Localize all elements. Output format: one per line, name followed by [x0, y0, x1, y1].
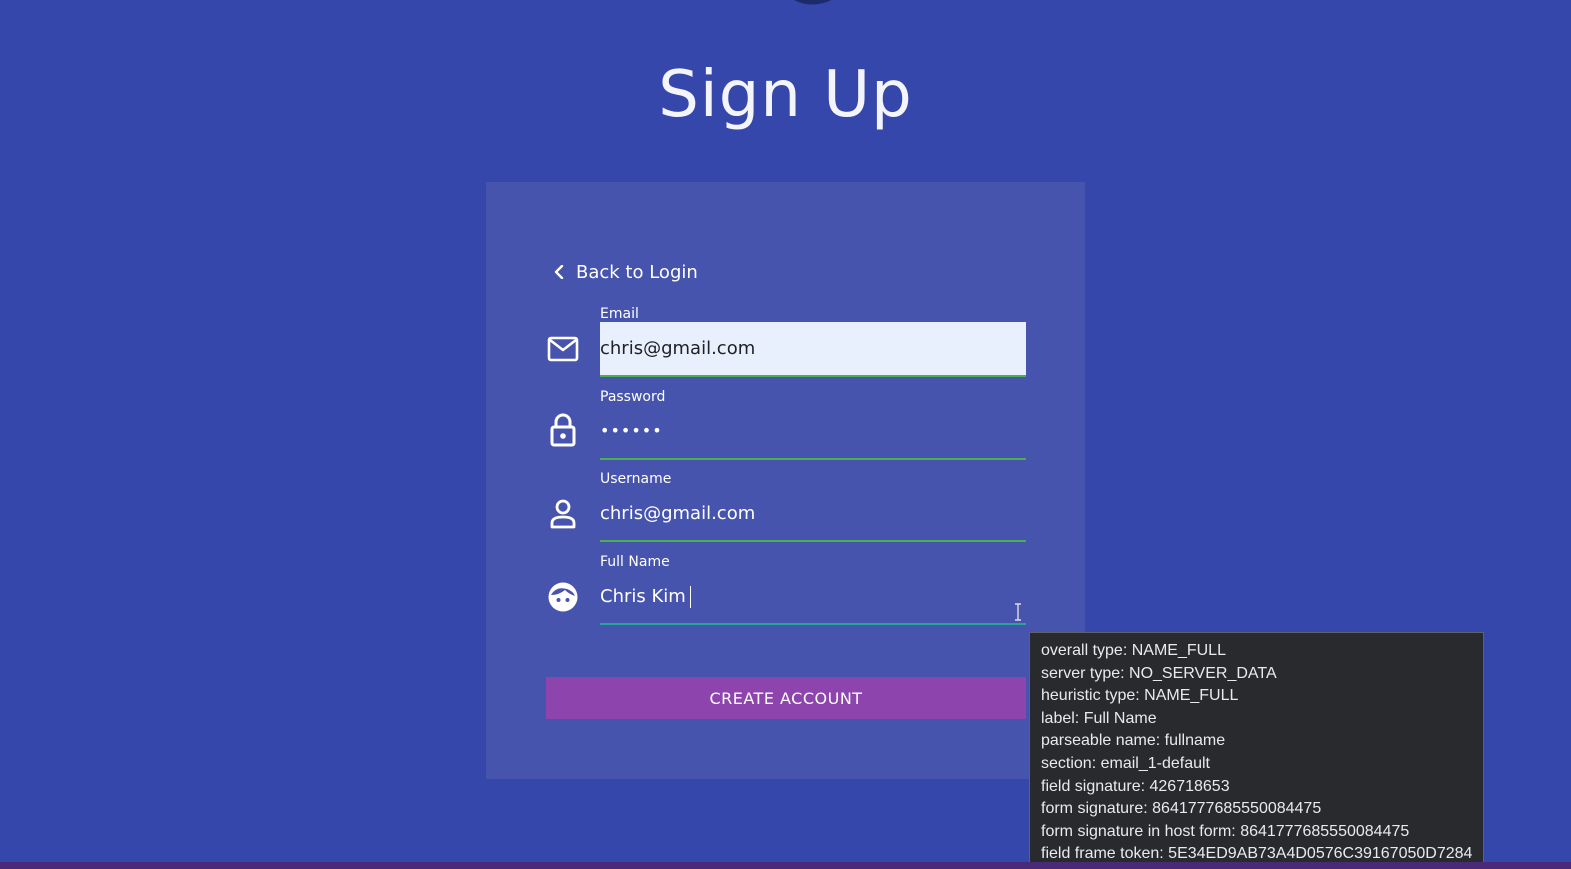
username-value: chris@gmail.com: [600, 503, 756, 524]
lock-icon: [546, 413, 580, 447]
tooltip-line: form signature in host form: 86417776855…: [1041, 822, 1410, 840]
back-to-login-link[interactable]: Back to Login: [552, 260, 698, 284]
tooltip-line: parseable name: fullname: [1041, 732, 1226, 750]
signup-page: Sign Up Back to Login Email chris@gmail.…: [0, 0, 1571, 869]
envelope-icon: [546, 332, 580, 366]
password-label: Password: [600, 389, 666, 405]
username-field-group: Username chris@gmail.com: [546, 471, 1026, 551]
fullname-value-wrap: Chris Kim: [600, 586, 691, 608]
tooltip-line: field signature: 426718653: [1041, 777, 1230, 795]
fullname-input[interactable]: Chris Kim: [600, 570, 1026, 625]
tooltip-line: section: email_1-default: [1041, 754, 1210, 772]
email-value: chris@gmail.com: [600, 338, 756, 359]
email-input[interactable]: chris@gmail.com: [600, 322, 1026, 377]
fullname-label: Full Name: [600, 554, 670, 570]
tooltip-line: overall type: NAME_FULL: [1041, 642, 1226, 659]
footer-bar: [0, 862, 1571, 869]
username-label: Username: [600, 471, 672, 487]
password-value: ••••••: [600, 421, 663, 440]
page-title: Sign Up: [658, 58, 913, 132]
logo-icon: [793, 0, 832, 5]
tooltip-line: form signature: 8641777685550084475: [1041, 800, 1322, 818]
password-input[interactable]: ••••••: [600, 405, 1026, 460]
username-input[interactable]: chris@gmail.com: [600, 487, 1026, 542]
chevron-left-icon: [554, 265, 564, 279]
text-cursor-icon: [1015, 603, 1021, 621]
create-account-button[interactable]: CREATE ACCOUNT: [546, 677, 1026, 719]
text-caret: [689, 586, 691, 608]
tooltip-line: label: Full Name: [1041, 709, 1157, 727]
email-label: Email: [600, 306, 639, 322]
autofill-debug-tooltip: overall type: NAME_FULL server type: NO_…: [1029, 632, 1484, 869]
person-icon: [546, 497, 580, 531]
fullname-value: Chris Kim: [600, 586, 686, 607]
back-link-label: Back to Login: [576, 261, 698, 283]
password-field-group: Password ••••••: [546, 389, 1026, 469]
email-field-group: Email chris@gmail.com: [546, 306, 1026, 386]
tooltip-line: server type: NO_SERVER_DATA: [1041, 664, 1277, 682]
face-icon: [546, 580, 580, 614]
tooltip-line: heuristic type: NAME_FULL: [1041, 687, 1239, 705]
fullname-field-group: Full Name Chris Kim: [546, 554, 1026, 634]
